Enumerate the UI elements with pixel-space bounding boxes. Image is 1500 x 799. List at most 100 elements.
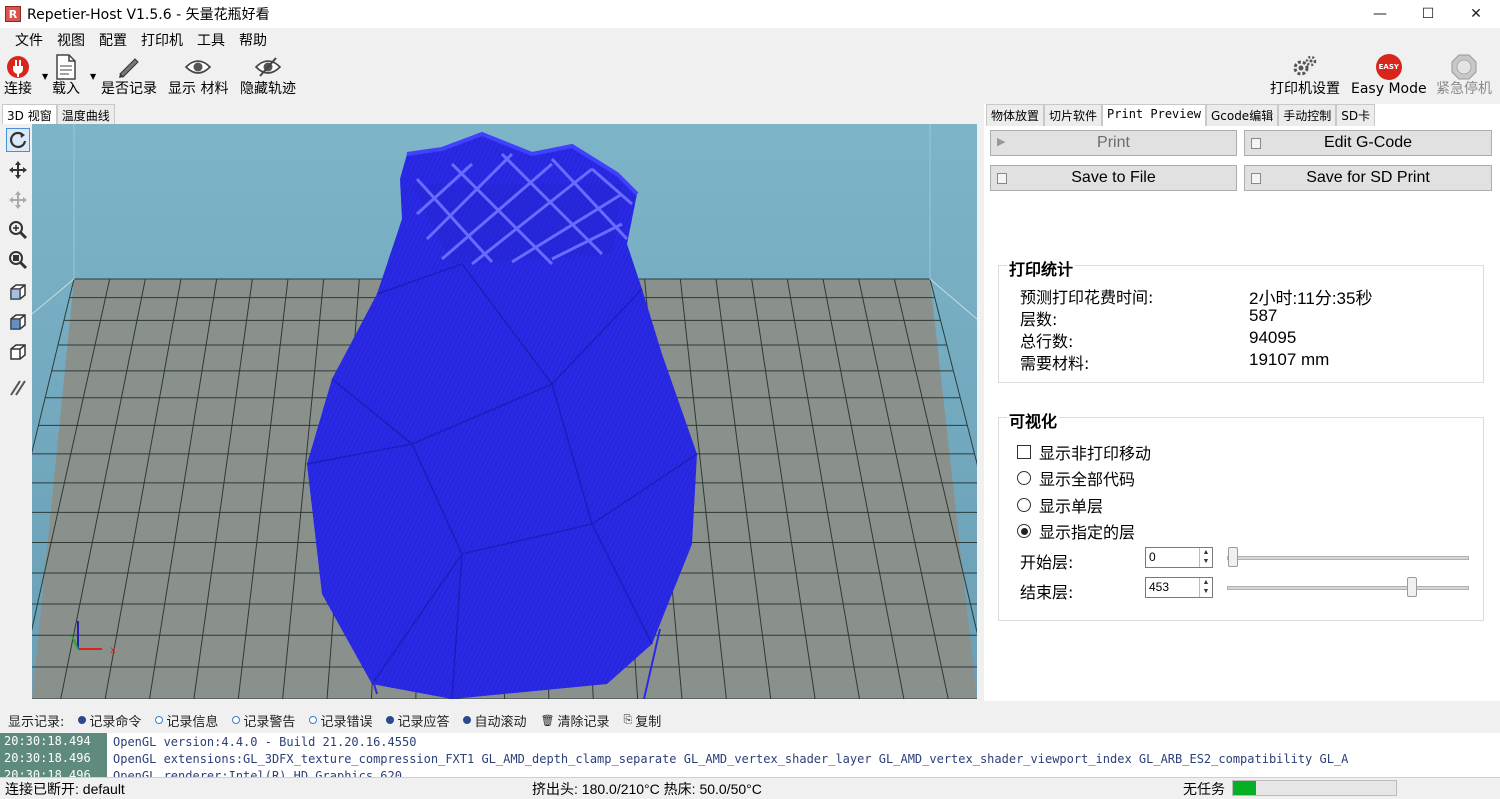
close-button[interactable]: ✕ (1452, 0, 1500, 28)
rotate-icon[interactable] (6, 128, 30, 152)
emergency-stop-button[interactable]: 紧急停机 (1436, 54, 1492, 98)
show-range-radio[interactable] (1017, 524, 1031, 538)
show-single-option[interactable]: 显示单层 (1017, 493, 1103, 517)
start-layer-slider[interactable] (1227, 556, 1469, 560)
trash-icon: 🗑 (540, 713, 555, 727)
tab-3d-view[interactable]: 3D 视窗 (2, 104, 57, 124)
lines-value: 94095 (1249, 328, 1297, 347)
save-for-sd-button[interactable]: Save for SD Print (1244, 165, 1492, 191)
menu-bar: 文件 视图 配置 打印机 工具 帮助 (0, 28, 1500, 52)
front-view-icon[interactable] (6, 310, 30, 334)
minimize-button[interactable]: — (1356, 0, 1404, 28)
isometric-view-icon[interactable] (6, 280, 30, 304)
connection-status: 连接已断开: default (5, 781, 125, 797)
log-row: 20:30:18.496 OpenGL extensions:GL_3DFX_te… (0, 750, 1500, 767)
menu-config[interactable]: 配置 (92, 30, 134, 50)
tab-slicer[interactable]: 切片软件 (1044, 104, 1103, 126)
job-progress-bar (1232, 780, 1397, 796)
load-dropdown-icon[interactable]: ▼ (90, 72, 96, 81)
load-button[interactable]: 载入 (52, 54, 80, 98)
easy-mode-button[interactable]: EASY Easy Mode (1351, 54, 1427, 98)
menu-help[interactable]: 帮助 (232, 30, 274, 50)
show-range-option[interactable]: 显示指定的层 (1017, 519, 1135, 543)
log-responses-toggle[interactable]: 记录应答 (386, 711, 449, 730)
radio-dot-icon (232, 716, 241, 724)
tab-object-placement[interactable]: 物体放置 (986, 104, 1045, 126)
spin-arrows-icon[interactable]: ▲ ▼ (1199, 578, 1212, 597)
end-layer-slider-thumb[interactable] (1407, 577, 1417, 597)
end-layer-slider[interactable] (1227, 586, 1469, 590)
menu-file[interactable]: 文件 (8, 30, 50, 50)
copy-log-button[interactable]: ⎘ 复制 (623, 711, 661, 730)
tab-gcode-editor[interactable]: Gcode编辑 (1205, 104, 1279, 126)
log-info-toggle[interactable]: 记录信息 (155, 711, 218, 730)
show-travel-option[interactable]: 显示非打印移动 (1017, 440, 1151, 464)
status-bar: 连接已断开: default 挤出头: 180.0/210°C 热床: 50.0… (0, 777, 1500, 797)
start-layer-input[interactable]: 0 ▲ ▼ (1145, 547, 1213, 568)
connect-dropdown-icon[interactable]: ▼ (42, 72, 48, 81)
parallel-projection-icon[interactable] (6, 376, 30, 400)
zoom-icon[interactable] (6, 218, 30, 242)
easy-badge-icon: EASY (1375, 54, 1403, 80)
left-tabs: 3D 视窗 温度曲线 (2, 104, 115, 124)
show-single-radio[interactable] (1017, 498, 1031, 512)
log-autoscroll-toggle[interactable]: 自动滚动 (463, 711, 526, 730)
show-material-label: 显示 材料 (168, 81, 229, 97)
print-button[interactable]: ▶ Print (990, 130, 1237, 156)
tab-manual-control[interactable]: 手动控制 (1278, 104, 1337, 126)
start-layer-label: 开始层: (1020, 553, 1074, 572)
window-title: Repetier-Host V1.5.6 - 矢量花瓶好看 (27, 7, 270, 23)
log-toolbar: 显示记录: 记录命令 记录信息 记录警告 记录错误 记录应答 自动滚动 🗑 清除记… (0, 708, 1500, 732)
zoom-fit-icon[interactable] (6, 248, 30, 272)
radio-dot-icon (463, 716, 472, 724)
document-icon (52, 54, 80, 80)
log-output[interactable]: 20:30:18.494 OpenGL version:4.4.0 - Build… (0, 733, 1500, 777)
tab-sd-card[interactable]: SD卡 (1336, 104, 1376, 126)
print-stats-group: 打印统计 预测打印花费时间: 2小时:11分:35秒 层数: 587 总行数: … (998, 256, 1484, 383)
play-icon: ▶ (997, 136, 1006, 148)
log-commands-toggle[interactable]: 记录命令 (78, 711, 141, 730)
show-all-option[interactable]: 显示全部代码 (1017, 466, 1135, 490)
temperature-status: 挤出头: 180.0/210°C 热床: 50.0/50°C (532, 781, 762, 797)
tab-print-preview[interactable]: Print Preview (1102, 104, 1206, 126)
save-to-file-button[interactable]: Save to File (990, 165, 1237, 191)
move-object-icon[interactable] (6, 188, 30, 212)
clear-log-button[interactable]: 🗑 清除记录 (540, 711, 609, 730)
spin-arrows-icon[interactable]: ▲ ▼ (1199, 548, 1212, 567)
easy-mode-label: Easy Mode (1351, 81, 1427, 97)
printer-settings-button[interactable]: 打印机设置 (1270, 54, 1340, 98)
menu-view[interactable]: 视图 (50, 30, 92, 50)
menu-tools[interactable]: 工具 (190, 30, 232, 50)
layers-label: 层数: (1020, 310, 1058, 329)
top-view-icon[interactable] (6, 340, 30, 364)
show-material-button[interactable]: 显示 材料 (168, 54, 228, 98)
eye-icon (184, 54, 212, 80)
app-icon: R (5, 6, 21, 22)
copy-icon: ⎘ (623, 713, 633, 726)
eye-slash-icon (254, 54, 282, 80)
maximize-button[interactable]: ☐ (1404, 0, 1452, 28)
layers-value: 587 (1249, 306, 1278, 325)
load-label: 载入 (52, 81, 80, 97)
end-layer-input[interactable]: 453 ▲ ▼ (1145, 577, 1213, 598)
move-icon[interactable] (6, 158, 30, 182)
hide-travel-label: 隐藏轨迹 (240, 81, 296, 97)
show-travel-checkbox[interactable] (1017, 445, 1031, 459)
menu-printer[interactable]: 打印机 (134, 30, 190, 50)
floppy-icon (997, 173, 1007, 184)
edit-gcode-button[interactable]: Edit G-Code (1244, 130, 1492, 156)
tab-temperature-curve[interactable]: 温度曲线 (56, 104, 115, 124)
log-toggle-button[interactable]: 是否记录 (101, 54, 157, 98)
log-errors-toggle[interactable]: 记录错误 (309, 711, 372, 730)
3d-viewport[interactable]: x (32, 124, 977, 699)
hide-travel-button[interactable]: 隐藏轨迹 (240, 54, 296, 98)
radio-dot-icon (386, 716, 395, 724)
show-all-radio[interactable] (1017, 471, 1031, 485)
connect-button[interactable]: 连接 (4, 54, 32, 98)
log-show-label: 显示记录: (8, 714, 65, 730)
log-warnings-toggle[interactable]: 记录警告 (232, 711, 295, 730)
start-layer-slider-thumb[interactable] (1228, 547, 1238, 567)
emergency-stop-icon (1450, 54, 1478, 80)
visualization-group: 可视化 显示非打印移动 显示全部代码 显示单层 显示指定的层 开始层: 0 ▲ ▼… (998, 408, 1484, 621)
radio-dot-icon (309, 716, 318, 724)
